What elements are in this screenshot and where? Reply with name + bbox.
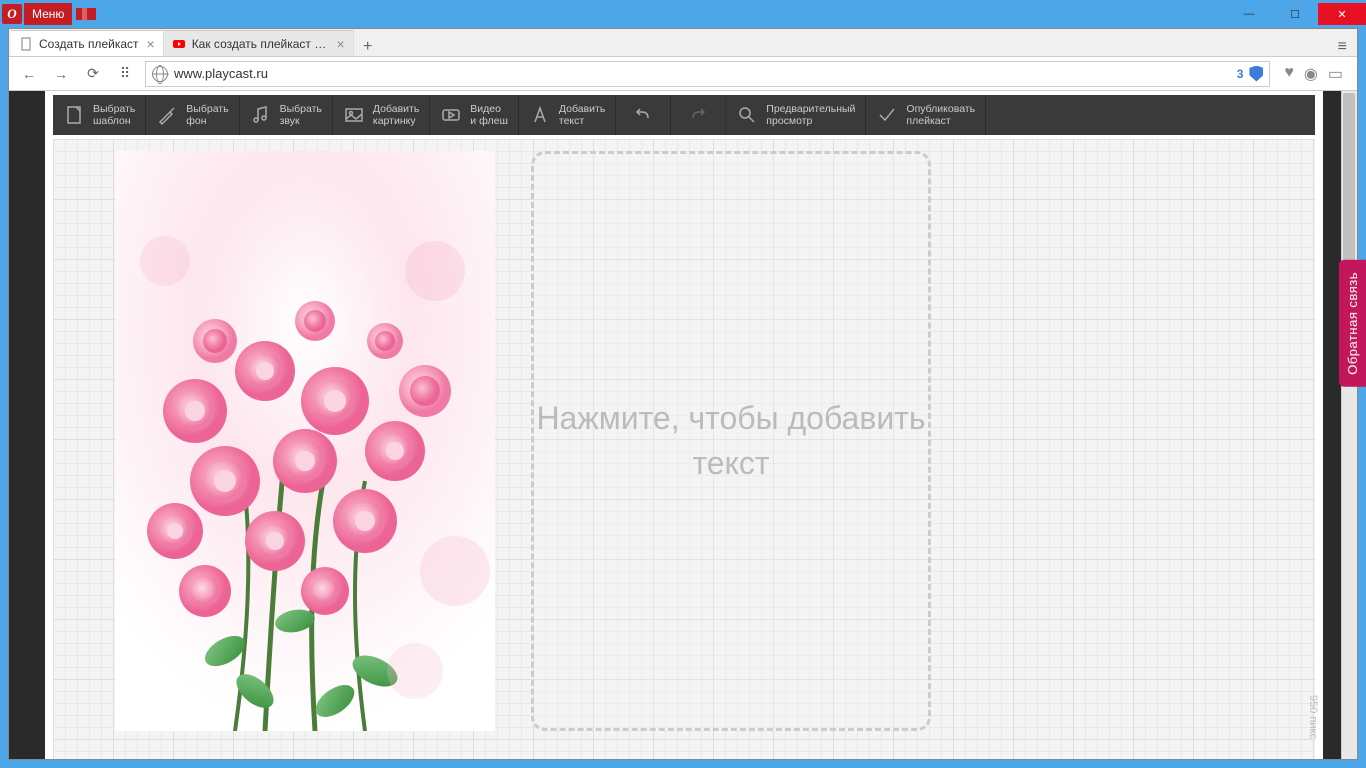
- youtube-icon: [172, 37, 186, 51]
- tb-label: Выбрать: [93, 103, 135, 115]
- undo-icon: [632, 104, 654, 126]
- titlebar-left: O Меню: [0, 3, 96, 25]
- editor-toolbar: Выбратьшаблон Выбратьфон Выбратьзвук: [53, 95, 1315, 135]
- tb-redo[interactable]: [671, 95, 726, 135]
- new-tab-button[interactable]: +: [354, 38, 382, 56]
- globe-icon: [152, 66, 168, 82]
- battery-icon[interactable]: ▭: [1328, 64, 1343, 84]
- brush-icon: [156, 104, 178, 126]
- forward-button[interactable]: →: [49, 62, 73, 86]
- tb-label: Выбрать: [280, 103, 322, 115]
- canvas-size-label: 950 пикс: [1307, 695, 1319, 739]
- menu-button[interactable]: Меню: [24, 3, 72, 25]
- scrollbar[interactable]: [1341, 91, 1357, 759]
- right-gutter: [1323, 91, 1357, 759]
- shield-icon[interactable]: [1249, 66, 1263, 82]
- heart-icon[interactable]: ♥: [1284, 64, 1294, 84]
- close-button[interactable]: ✕: [1318, 3, 1366, 25]
- maximize-button[interactable]: ☐: [1272, 3, 1318, 25]
- tb-label: Опубликовать: [906, 103, 975, 115]
- template-icon: [63, 104, 85, 126]
- redo-icon: [687, 104, 709, 126]
- canvas-grid[interactable]: Нажмите, чтобы добавить текст 950 пикс: [53, 139, 1315, 759]
- tb-label: фон: [186, 115, 228, 127]
- opera-window: O Меню — ☐ ✕ Создать плейкаст × Ка: [0, 0, 1366, 768]
- tb-publish[interactable]: Опубликоватьплейкаст: [866, 95, 986, 135]
- canvas-area: Нажмите, чтобы добавить текст 950 пикс: [53, 139, 1315, 759]
- blocker-count: 3: [1237, 67, 1244, 81]
- tab-menu-button[interactable]: ≡: [1328, 38, 1357, 56]
- tb-label: плейкаст: [906, 115, 975, 127]
- back-button[interactable]: ←: [17, 62, 41, 86]
- check-icon: [876, 104, 898, 126]
- tb-undo[interactable]: [616, 95, 671, 135]
- tb-label: текст: [559, 115, 605, 127]
- file-icon: [19, 37, 33, 51]
- page-content: Выбратьшаблон Выбратьфон Выбратьзвук: [9, 91, 1357, 759]
- tab-label: Создать плейкаст: [39, 37, 139, 51]
- tb-sound[interactable]: Выбратьзвук: [240, 95, 333, 135]
- tb-label: шаблон: [93, 115, 135, 127]
- video-icon: [440, 104, 462, 126]
- tab-close-icon[interactable]: ×: [145, 36, 157, 52]
- tb-label: и флеш: [470, 115, 508, 127]
- tb-text[interactable]: Добавитьтекст: [519, 95, 616, 135]
- tb-label: Предварительный: [766, 103, 855, 115]
- tb-label: Выбрать: [186, 103, 228, 115]
- text-placeholder-zone[interactable]: Нажмите, чтобы добавить текст: [531, 151, 931, 731]
- image-icon: [343, 104, 365, 126]
- opera-logo-icon[interactable]: O: [2, 4, 22, 24]
- extension-icons: ♥ ◉ ▭: [1278, 64, 1349, 84]
- tab-youtube[interactable]: Как создать плейкаст - Yo ×: [164, 30, 354, 56]
- inserted-image[interactable]: [115, 151, 495, 731]
- url-input[interactable]: [174, 66, 1231, 81]
- feedback-tab[interactable]: Обратная связь: [1339, 260, 1366, 387]
- download-icon[interactable]: ◉: [1304, 64, 1318, 84]
- tb-image[interactable]: Добавитькартинку: [333, 95, 430, 135]
- minimize-button[interactable]: —: [1226, 3, 1272, 25]
- tab-label: Как создать плейкаст - Yo: [192, 37, 329, 51]
- window-controls: — ☐ ✕: [1226, 3, 1366, 25]
- text-icon: [529, 104, 551, 126]
- tb-label: просмотр: [766, 115, 855, 127]
- text-placeholder-label: Нажмите, чтобы добавить текст: [534, 396, 928, 486]
- reload-button[interactable]: ⟳: [81, 62, 105, 86]
- tb-label: Видео: [470, 103, 508, 115]
- search-icon: [736, 104, 758, 126]
- tb-video[interactable]: Видеои флеш: [430, 95, 519, 135]
- address-bar-row: ← → ⟳ ⠿ 3 ♥ ◉ ▭: [9, 57, 1357, 91]
- tb-label: картинку: [373, 115, 419, 127]
- address-right-icons: 3: [1237, 66, 1264, 82]
- tb-template[interactable]: Выбратьшаблон: [53, 95, 146, 135]
- address-bar[interactable]: 3: [145, 61, 1270, 87]
- flag-icon: [76, 8, 96, 20]
- tb-label: звук: [280, 115, 322, 127]
- tb-label: Добавить: [373, 103, 419, 115]
- window-titlebar: O Меню — ☐ ✕: [0, 0, 1366, 28]
- tab-create-playcast[interactable]: Создать плейкаст ×: [11, 30, 164, 56]
- tb-preview[interactable]: Предварительныйпросмотр: [726, 95, 866, 135]
- tb-label: Добавить: [559, 103, 605, 115]
- browser-chrome: Создать плейкаст × Как создать плейкаст …: [8, 28, 1358, 760]
- left-gutter: [9, 91, 45, 759]
- apps-button[interactable]: ⠿: [113, 62, 137, 86]
- tab-close-icon[interactable]: ×: [335, 36, 347, 52]
- editor-page: Выбратьшаблон Выбратьфон Выбратьзвук: [45, 91, 1323, 759]
- tb-background[interactable]: Выбратьфон: [146, 95, 239, 135]
- music-icon: [250, 104, 272, 126]
- tabs-bar: Создать плейкаст × Как создать плейкаст …: [9, 29, 1357, 57]
